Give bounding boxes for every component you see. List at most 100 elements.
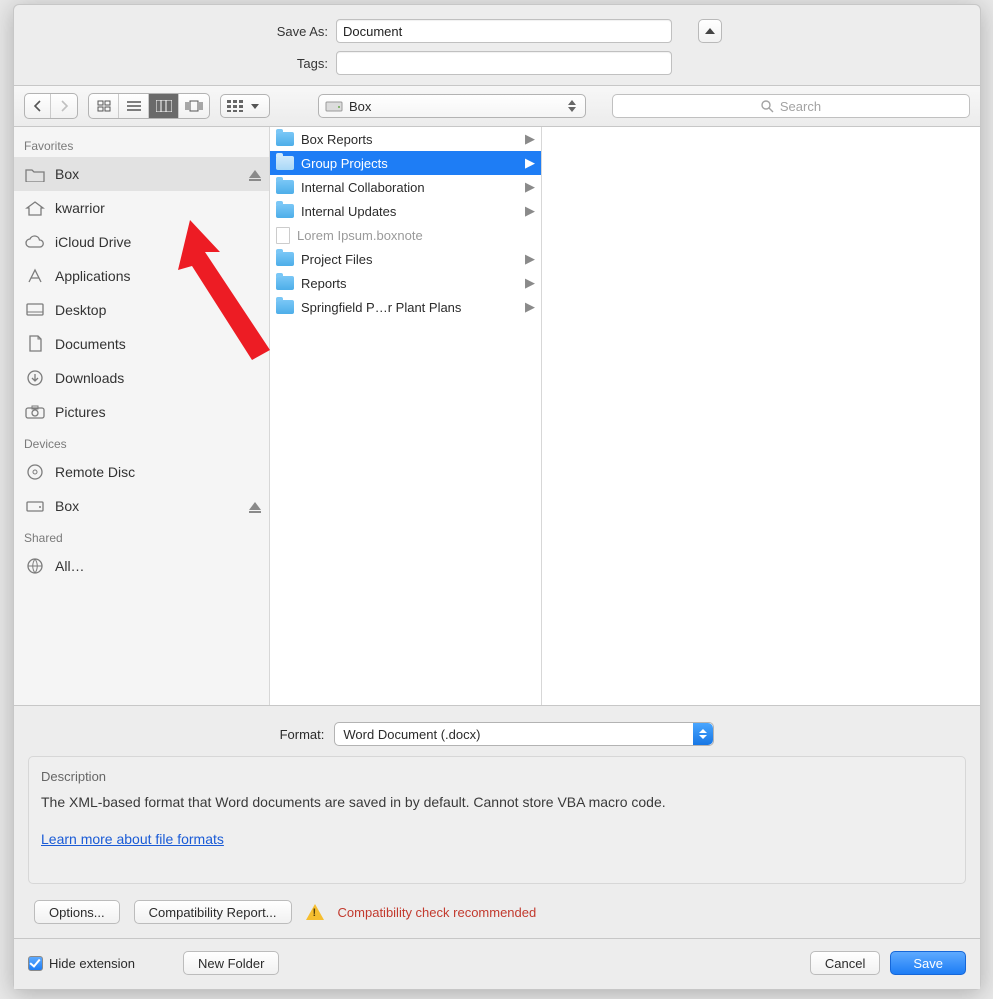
- save-button[interactable]: Save: [890, 951, 966, 975]
- file-icon: [276, 227, 290, 244]
- view-list-button[interactable]: [119, 94, 149, 118]
- hide-extension-checkbox[interactable]: Hide extension: [28, 956, 135, 971]
- file-row[interactable]: Reports▶: [270, 271, 541, 295]
- eject-icon[interactable]: [249, 502, 261, 510]
- sidebar-item-all-shared[interactable]: All…: [14, 549, 269, 583]
- sidebar-shared-header: Shared: [14, 523, 269, 549]
- sidebar-item-documents[interactable]: Documents: [14, 327, 269, 361]
- warning-icon: [306, 904, 324, 920]
- collapse-toggle-button[interactable]: [698, 19, 722, 43]
- folder-icon: [276, 252, 294, 266]
- format-description-box: Description The XML-based format that Wo…: [28, 756, 966, 884]
- sidebar-item-icloud[interactable]: iCloud Drive: [14, 225, 269, 259]
- camera-icon: [24, 403, 46, 421]
- sidebar-item-remote-disc[interactable]: Remote Disc: [14, 455, 269, 489]
- search-icon: [761, 100, 774, 113]
- folder-icon: [276, 180, 294, 194]
- sort-arrows-icon: [565, 100, 579, 112]
- view-columns-button[interactable]: [149, 94, 179, 118]
- options-button[interactable]: Options...: [34, 900, 120, 924]
- sidebar-item-label: kwarrior: [55, 200, 105, 216]
- home-icon: [24, 199, 46, 217]
- chevron-right-icon: ▶: [525, 155, 535, 171]
- description-header: Description: [41, 767, 953, 787]
- sidebar-item-label: Documents: [55, 336, 126, 352]
- search-field[interactable]: Search: [612, 94, 970, 118]
- format-dropdown[interactable]: Word Document (.docx): [334, 722, 714, 746]
- format-label: Format:: [280, 727, 325, 742]
- folder-icon: [276, 204, 294, 218]
- nav-back-forward: [24, 93, 78, 119]
- sidebar-item-box[interactable]: Box: [14, 157, 269, 191]
- sidebar-item-downloads[interactable]: Downloads: [14, 361, 269, 395]
- file-row[interactable]: Box Reports▶: [270, 127, 541, 151]
- sidebar-item-label: Applications: [55, 268, 131, 284]
- path-label: Box: [349, 99, 371, 114]
- path-dropdown[interactable]: Box: [318, 94, 586, 118]
- nav-back-button[interactable]: [25, 94, 51, 118]
- file-row[interactable]: Project Files▶: [270, 247, 541, 271]
- filename-input[interactable]: [336, 19, 672, 43]
- view-coverflow-button[interactable]: [179, 94, 209, 118]
- file-row[interactable]: Internal Collaboration▶: [270, 175, 541, 199]
- dialog-footer: Hide extension New Folder Cancel Save: [14, 938, 980, 989]
- sidebar-devices-header: Devices: [14, 429, 269, 455]
- format-selected-label: Word Document (.docx): [343, 727, 480, 742]
- drive-icon: [24, 497, 46, 515]
- sidebar-item-label: iCloud Drive: [55, 234, 131, 250]
- folder-icon: [24, 165, 46, 183]
- sidebar-item-home[interactable]: kwarrior: [14, 191, 269, 225]
- view-icons-button[interactable]: [89, 94, 119, 118]
- desktop-icon: [24, 301, 46, 319]
- new-folder-button[interactable]: New Folder: [183, 951, 279, 975]
- chevron-right-icon: ▶: [525, 131, 535, 147]
- sidebar-item-box-device[interactable]: Box: [14, 489, 269, 523]
- grid-icon: [227, 100, 243, 112]
- tags-label: Tags:: [24, 56, 328, 71]
- format-panel: Format: Word Document (.docx) Descriptio…: [14, 706, 980, 938]
- file-row[interactable]: Internal Updates▶: [270, 199, 541, 223]
- downloads-icon: [24, 369, 46, 387]
- sidebar-item-applications[interactable]: Applications: [14, 259, 269, 293]
- description-text: The XML-based format that Word documents…: [41, 792, 953, 814]
- toolbar: Box Search: [14, 85, 980, 127]
- compatibility-report-button[interactable]: Compatibility Report...: [134, 900, 292, 924]
- sidebar-item-desktop[interactable]: Desktop: [14, 293, 269, 327]
- chevron-right-icon: ▶: [525, 179, 535, 195]
- arrange-menu-button[interactable]: [220, 94, 270, 118]
- folder-icon: [276, 300, 294, 314]
- sidebar-item-label: All…: [55, 558, 85, 574]
- sidebar-item-label: Pictures: [55, 404, 106, 420]
- compatibility-warning-text: Compatibility check recommended: [338, 905, 537, 920]
- chevron-right-icon: ▶: [525, 203, 535, 219]
- nav-forward-button[interactable]: [51, 94, 77, 118]
- sidebar-item-pictures[interactable]: Pictures: [14, 395, 269, 429]
- chevron-right-icon: ▶: [525, 251, 535, 267]
- file-row[interactable]: Group Projects▶: [270, 151, 541, 175]
- file-row[interactable]: Springfield P…r Plant Plans▶: [270, 295, 541, 319]
- save-dialog: Save As: Tags:: [13, 4, 981, 990]
- tags-input[interactable]: [336, 51, 672, 75]
- sidebar-item-label: Downloads: [55, 370, 124, 386]
- chevron-right-icon: ▶: [525, 275, 535, 291]
- documents-icon: [24, 335, 46, 353]
- folder-icon: [276, 156, 294, 170]
- save-form: Save As: Tags:: [14, 5, 980, 85]
- chevron-right-icon: ▶: [525, 299, 535, 315]
- eject-icon[interactable]: [249, 170, 261, 178]
- cancel-button[interactable]: Cancel: [810, 951, 880, 975]
- hide-extension-label: Hide extension: [49, 956, 135, 971]
- file-row[interactable]: Lorem Ipsum.boxnote: [270, 223, 541, 247]
- folder-icon: [276, 132, 294, 146]
- dropdown-arrows-icon: [693, 723, 713, 745]
- folder-icon: [276, 276, 294, 290]
- save-as-label: Save As:: [24, 24, 328, 39]
- applications-icon: [24, 267, 46, 285]
- sidebar-item-label: Desktop: [55, 302, 106, 318]
- sidebar: Favorites Box kwarrior iCloud Drive Appl…: [14, 127, 270, 705]
- sidebar-item-label: Remote Disc: [55, 464, 135, 480]
- learn-more-link[interactable]: Learn more about file formats: [41, 831, 224, 847]
- sidebar-favorites-header: Favorites: [14, 131, 269, 157]
- search-placeholder: Search: [780, 99, 821, 114]
- disc-icon: [24, 463, 46, 481]
